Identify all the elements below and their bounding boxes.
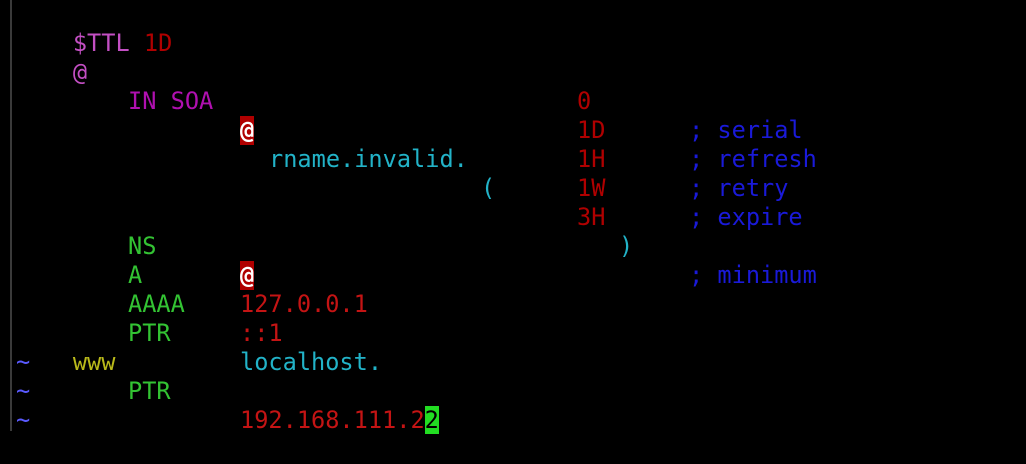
serial-line[interactable]: 0 ; serial xyxy=(16,58,803,144)
soa-owner: @ xyxy=(72,58,88,86)
refresh-comment: ; refresh xyxy=(689,145,817,173)
minimum-line[interactable]: 3H ) ; minimum xyxy=(16,174,817,289)
refresh-line[interactable]: 1D ; refresh xyxy=(16,87,817,173)
aaaa-line[interactable]: AAAA ::1 xyxy=(16,261,283,347)
retry-comment: ; retry xyxy=(689,174,789,202)
retry-value: 1H xyxy=(577,145,606,173)
ptr1-type: PTR xyxy=(128,319,171,347)
ns-line[interactable]: NS @ xyxy=(16,203,255,290)
soa-mname: @ xyxy=(240,116,255,145)
expire-line[interactable]: 1W ; expire xyxy=(16,145,803,231)
aaaa-data: ::1 xyxy=(240,319,283,347)
ns-data: @ xyxy=(240,261,255,290)
ttl-line[interactable]: $TTL 1D xyxy=(16,0,172,57)
a-data: 127.0.0.1 xyxy=(240,290,368,318)
minimum-value: 3H xyxy=(577,203,606,231)
ptr1-data: localhost. xyxy=(240,348,383,376)
empty-line-marker: ~ xyxy=(16,348,31,376)
a-type: A xyxy=(128,261,143,289)
soa-line[interactable]: @ IN SOA @ rname.invalid. ( xyxy=(16,29,495,202)
serial-comment: ; serial xyxy=(689,116,803,144)
ptr-www-line[interactable]: www PTR 192.168.111.22 xyxy=(16,319,439,434)
ttl-value: 1D xyxy=(143,29,173,57)
minimum-close-paren: ) xyxy=(619,232,634,260)
serial-value: 0 xyxy=(577,87,592,115)
retry-line[interactable]: 1H ; retry xyxy=(16,116,788,202)
soa-class-type: IN SOA xyxy=(128,87,214,115)
empty-line-marker: ~ xyxy=(16,377,31,405)
left-gutter xyxy=(0,0,12,431)
expire-value: 1W xyxy=(577,174,606,202)
soa-rname: rname.invalid. xyxy=(269,145,468,173)
a-line[interactable]: A 127.0.0.1 xyxy=(16,232,368,318)
soa-open-paren: ( xyxy=(481,174,496,202)
ptr-localhost-line[interactable]: PTR localhost. xyxy=(16,290,382,376)
expire-comment: ; expire xyxy=(689,203,803,231)
ptr2-owner: www xyxy=(72,348,116,376)
minimum-comment: ; minimum xyxy=(689,261,817,289)
ns-type: NS xyxy=(128,232,157,260)
aaaa-type: AAAA xyxy=(128,290,185,318)
ptr2-type: PTR xyxy=(128,377,171,405)
ptr2-data-text: 192.168.111.2 xyxy=(240,406,425,434)
refresh-value: 1D xyxy=(577,116,606,144)
text-cursor[interactable]: 2 xyxy=(424,406,439,434)
